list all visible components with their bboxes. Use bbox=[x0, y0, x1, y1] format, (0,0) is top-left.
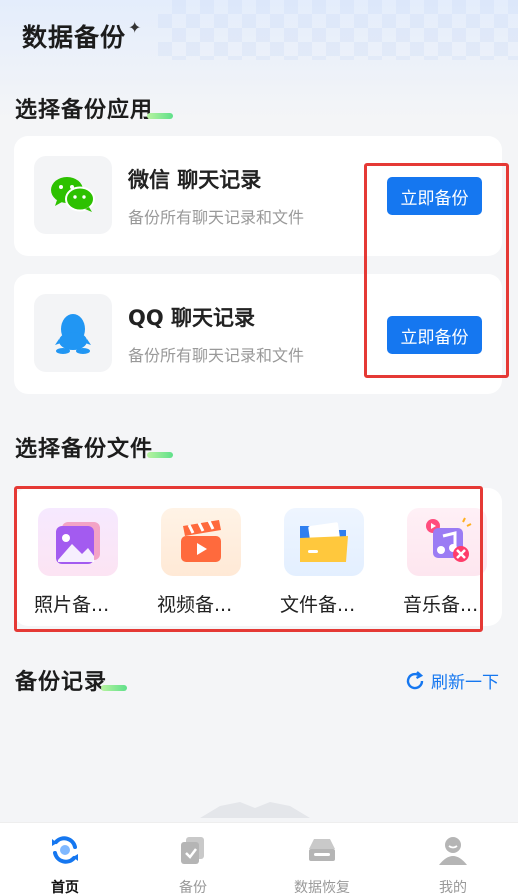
tab-profile[interactable]: 我的 bbox=[388, 823, 518, 894]
recovery-icon bbox=[309, 839, 335, 861]
highlight-box-buttons bbox=[364, 163, 509, 378]
tab-recovery[interactable]: 数据恢复 bbox=[257, 823, 387, 894]
empty-state-decoration bbox=[200, 802, 310, 818]
page-title: 数据备份 ✦ bbox=[22, 18, 143, 52]
records-section-title: 备份记录 bbox=[15, 664, 128, 696]
tab-label: 备份 bbox=[179, 880, 207, 894]
tab-label: 数据恢复 bbox=[294, 880, 350, 894]
files-section-title: 选择备份文件 bbox=[15, 431, 174, 463]
title-accent bbox=[101, 685, 128, 691]
sparkle-icon: ✦ bbox=[128, 18, 143, 37]
bottom-tab-bar: 首页 备份 数据恢复 我的 bbox=[0, 822, 518, 894]
tab-label: 首页 bbox=[51, 880, 79, 894]
qq-icon bbox=[34, 294, 112, 372]
app-desc: 备份所有聊天记录和文件 bbox=[128, 346, 305, 365]
tab-home[interactable]: 首页 bbox=[0, 823, 130, 894]
title-accent bbox=[147, 113, 174, 119]
wechat-icon bbox=[34, 156, 112, 234]
header-pattern bbox=[158, 0, 518, 60]
highlight-box-files bbox=[14, 486, 483, 632]
home-sync-icon bbox=[52, 836, 78, 864]
refresh-icon bbox=[406, 670, 424, 689]
profile-icon bbox=[439, 837, 467, 865]
refresh-button[interactable]: 刷新一下 bbox=[404, 668, 499, 693]
refresh-label: 刷新一下 bbox=[431, 673, 499, 693]
app-name: QQ 聊天记录 bbox=[128, 306, 256, 330]
title-accent bbox=[147, 452, 174, 458]
tab-backup[interactable]: 备份 bbox=[128, 823, 258, 894]
app-desc: 备份所有聊天记录和文件 bbox=[128, 208, 305, 227]
tab-label: 我的 bbox=[439, 880, 467, 894]
apps-section-title: 选择备份应用 bbox=[15, 92, 174, 124]
backup-icon bbox=[181, 837, 204, 864]
app-name: 微信 聊天记录 bbox=[128, 168, 262, 192]
